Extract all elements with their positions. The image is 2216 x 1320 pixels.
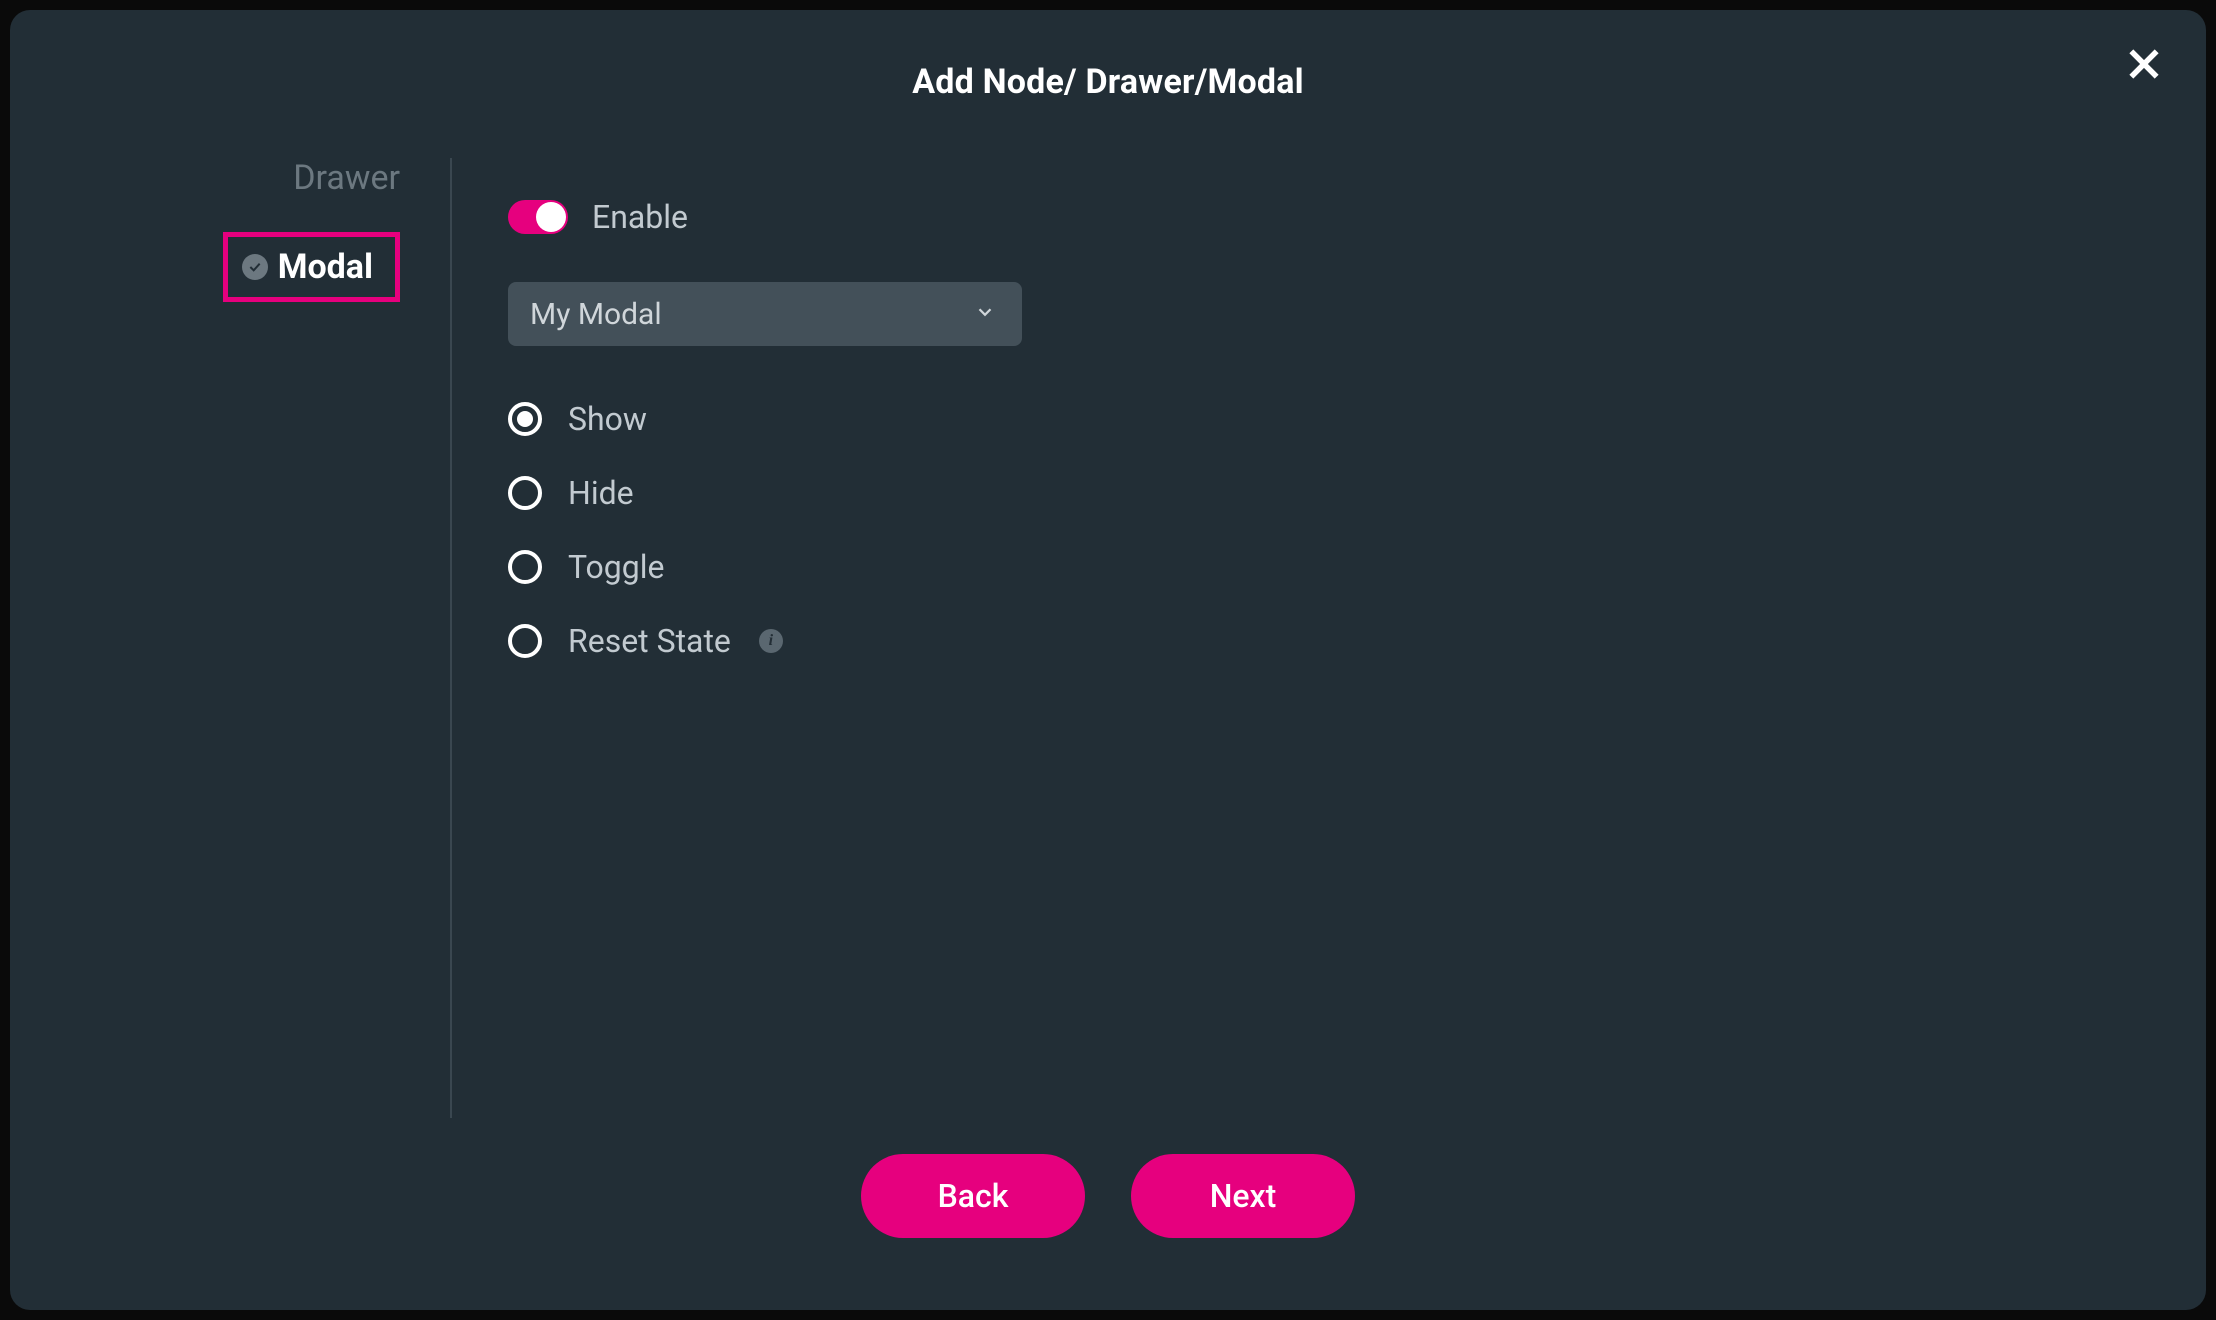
next-button[interactable]: Next (1131, 1154, 1355, 1238)
modal-panel: Add Node/ Drawer/Modal Drawer Modal Enab… (10, 10, 2206, 1310)
radio-option-reset-state[interactable]: Reset State i (508, 622, 1022, 660)
sidebar-item-label: Modal (278, 247, 373, 287)
radio-icon (508, 402, 542, 436)
sidebar-item-drawer[interactable]: Drawer (293, 158, 400, 198)
radio-icon (508, 624, 542, 658)
chevron-down-icon (974, 301, 996, 327)
action-radio-group: Show Hide Toggle Reset State i (508, 400, 1022, 660)
enable-toggle-label: Enable (592, 198, 688, 236)
content-area: Enable My Modal Show Hide (472, 158, 1022, 1154)
close-icon (2125, 45, 2163, 87)
toggle-knob (536, 202, 566, 232)
radio-label: Show (568, 400, 647, 438)
info-icon[interactable]: i (759, 629, 783, 653)
step-sidebar: Drawer Modal (30, 158, 430, 1154)
modal-select-dropdown[interactable]: My Modal (508, 282, 1022, 346)
check-circle-icon (242, 254, 268, 280)
sidebar-item-modal[interactable]: Modal (223, 232, 400, 302)
radio-label: Reset State (568, 622, 731, 660)
enable-toggle-row: Enable (508, 198, 1022, 236)
close-button[interactable] (2122, 44, 2166, 88)
enable-toggle[interactable] (508, 200, 568, 234)
dialog-title: Add Node/ Drawer/Modal (10, 10, 2206, 102)
back-button[interactable]: Back (861, 1154, 1085, 1238)
radio-label: Toggle (568, 548, 664, 586)
vertical-divider (450, 158, 452, 1118)
radio-icon (508, 476, 542, 510)
dropdown-selected-label: My Modal (530, 297, 662, 332)
radio-icon (508, 550, 542, 584)
radio-label: Hide (568, 474, 634, 512)
footer-buttons: Back Next (10, 1154, 2206, 1310)
radio-option-show[interactable]: Show (508, 400, 1022, 438)
dialog-body: Drawer Modal Enable My Modal (10, 102, 2206, 1154)
radio-option-toggle[interactable]: Toggle (508, 548, 1022, 586)
radio-option-hide[interactable]: Hide (508, 474, 1022, 512)
